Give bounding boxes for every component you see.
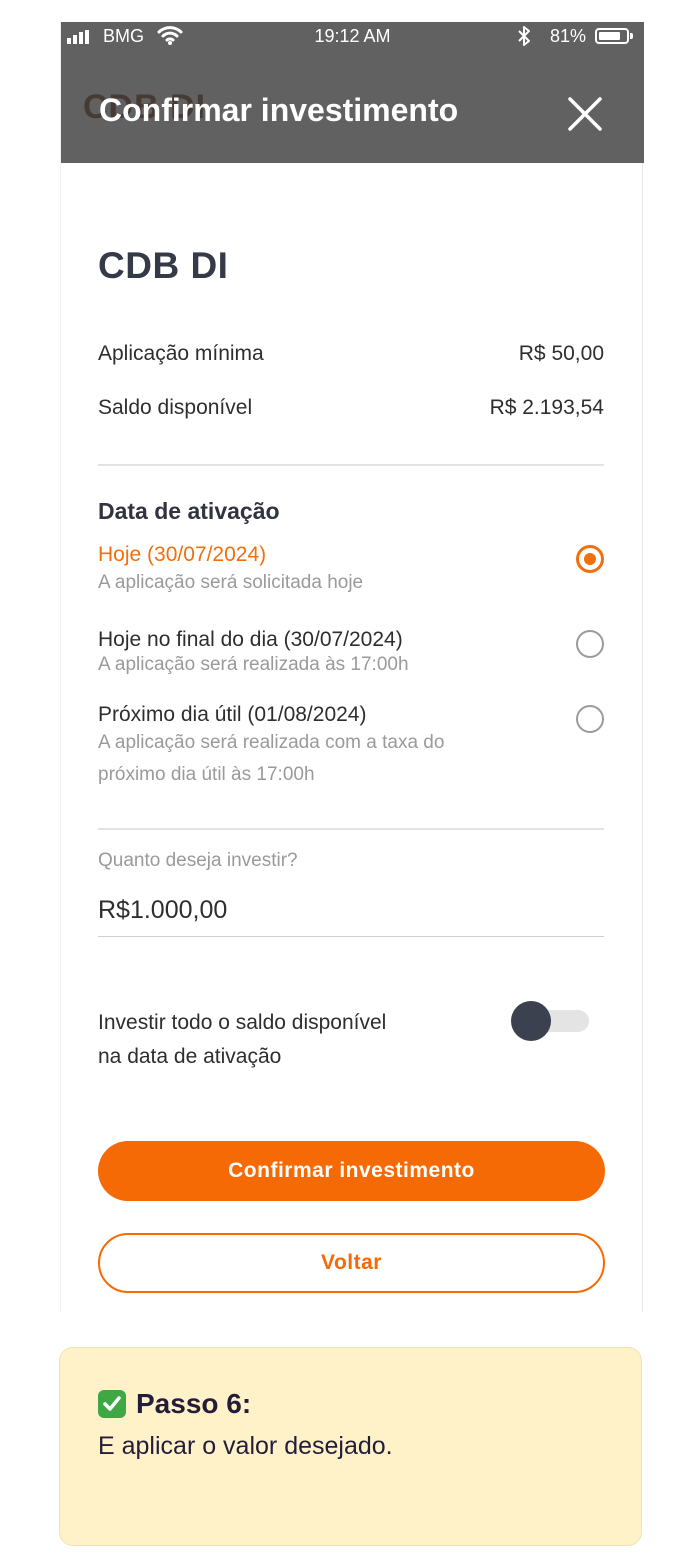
instruction-card: Passo 6: E aplicar o valor desejado. (59, 1347, 642, 1546)
battery-fill (599, 32, 620, 40)
invest-all-toggle[interactable] (511, 1001, 589, 1041)
invest-all-label: Investir todo o saldo disponível na data… (98, 1006, 438, 1074)
product-name: CDB DI (98, 245, 229, 286)
option-today[interactable]: Hoje (30/07/2024) A aplicação será solic… (98, 543, 604, 599)
activation-title: Data de ativação (98, 498, 280, 524)
option-next-day-label: Próximo dia útil (01/08/2024) (98, 703, 367, 726)
option-next-day-desc-2: próximo dia útil às 17:00h (98, 764, 315, 785)
step-label: Passo 6: (136, 1388, 252, 1419)
battery-tip (630, 33, 633, 39)
check-icon (98, 1390, 126, 1418)
radio-end-of-day[interactable] (576, 630, 604, 658)
radio-next-business-day[interactable] (576, 705, 604, 733)
balance-row: Saldo disponível R$ 2.193,54 (98, 396, 604, 420)
min-application-row: Aplicação mínima R$ 50,00 (98, 342, 604, 366)
battery-percent: 81% (550, 26, 587, 46)
option-next-day-desc-1: A aplicação será realizada com a taxa do (98, 732, 445, 753)
option-today-label: Hoje (30/07/2024) (98, 543, 267, 566)
back-button[interactable]: Voltar (98, 1233, 605, 1293)
invest-all-label-line2: na data de ativação (98, 1045, 282, 1068)
phone-screen: BMG 19:12 AM 81% CDB DI Confirmar invest… (60, 22, 644, 1312)
top-bar: BMG 19:12 AM 81% CDB DI Confirmar invest… (61, 22, 644, 163)
option-end-of-day-label: Hoje no final do dia (30/07/2024) (98, 628, 403, 651)
step-text: E aplicar o valor desejado. (98, 1432, 393, 1460)
battery-icon (595, 28, 629, 44)
status-bar: BMG 19:12 AM 81% (61, 22, 644, 52)
option-end-of-day[interactable]: Hoje no final do dia (30/07/2024) A apli… (98, 628, 604, 678)
min-application-value: R$ 50,00 (518, 342, 604, 365)
divider (98, 828, 604, 830)
invest-all-label-line1: Investir todo o saldo disponível (98, 1011, 387, 1034)
radio-today[interactable] (576, 545, 604, 573)
toggle-knob (511, 1001, 551, 1041)
confirm-investment-button[interactable]: Confirmar investimento (98, 1141, 605, 1201)
balance-label: Saldo disponível (98, 396, 253, 419)
bluetooth-icon (516, 24, 532, 53)
close-button[interactable] (565, 94, 605, 134)
balance-value: R$ 2.193,54 (489, 396, 604, 419)
close-icon (568, 97, 602, 131)
option-next-business-day[interactable]: Próximo dia útil (01/08/2024) A aplicaçã… (98, 703, 604, 791)
step-heading: Passo 6: (98, 1388, 251, 1420)
page-title: Confirmar investimento (99, 92, 459, 128)
min-application-label: Aplicação mínima (98, 342, 264, 365)
option-today-desc: A aplicação será solicitada hoje (98, 572, 364, 593)
divider (98, 464, 604, 466)
amount-underline (98, 936, 604, 937)
amount-label: Quanto deseja investir? (98, 850, 298, 871)
amount-input[interactable] (98, 896, 604, 925)
option-end-of-day-desc: A aplicação será realizada às 17:00h (98, 654, 409, 675)
